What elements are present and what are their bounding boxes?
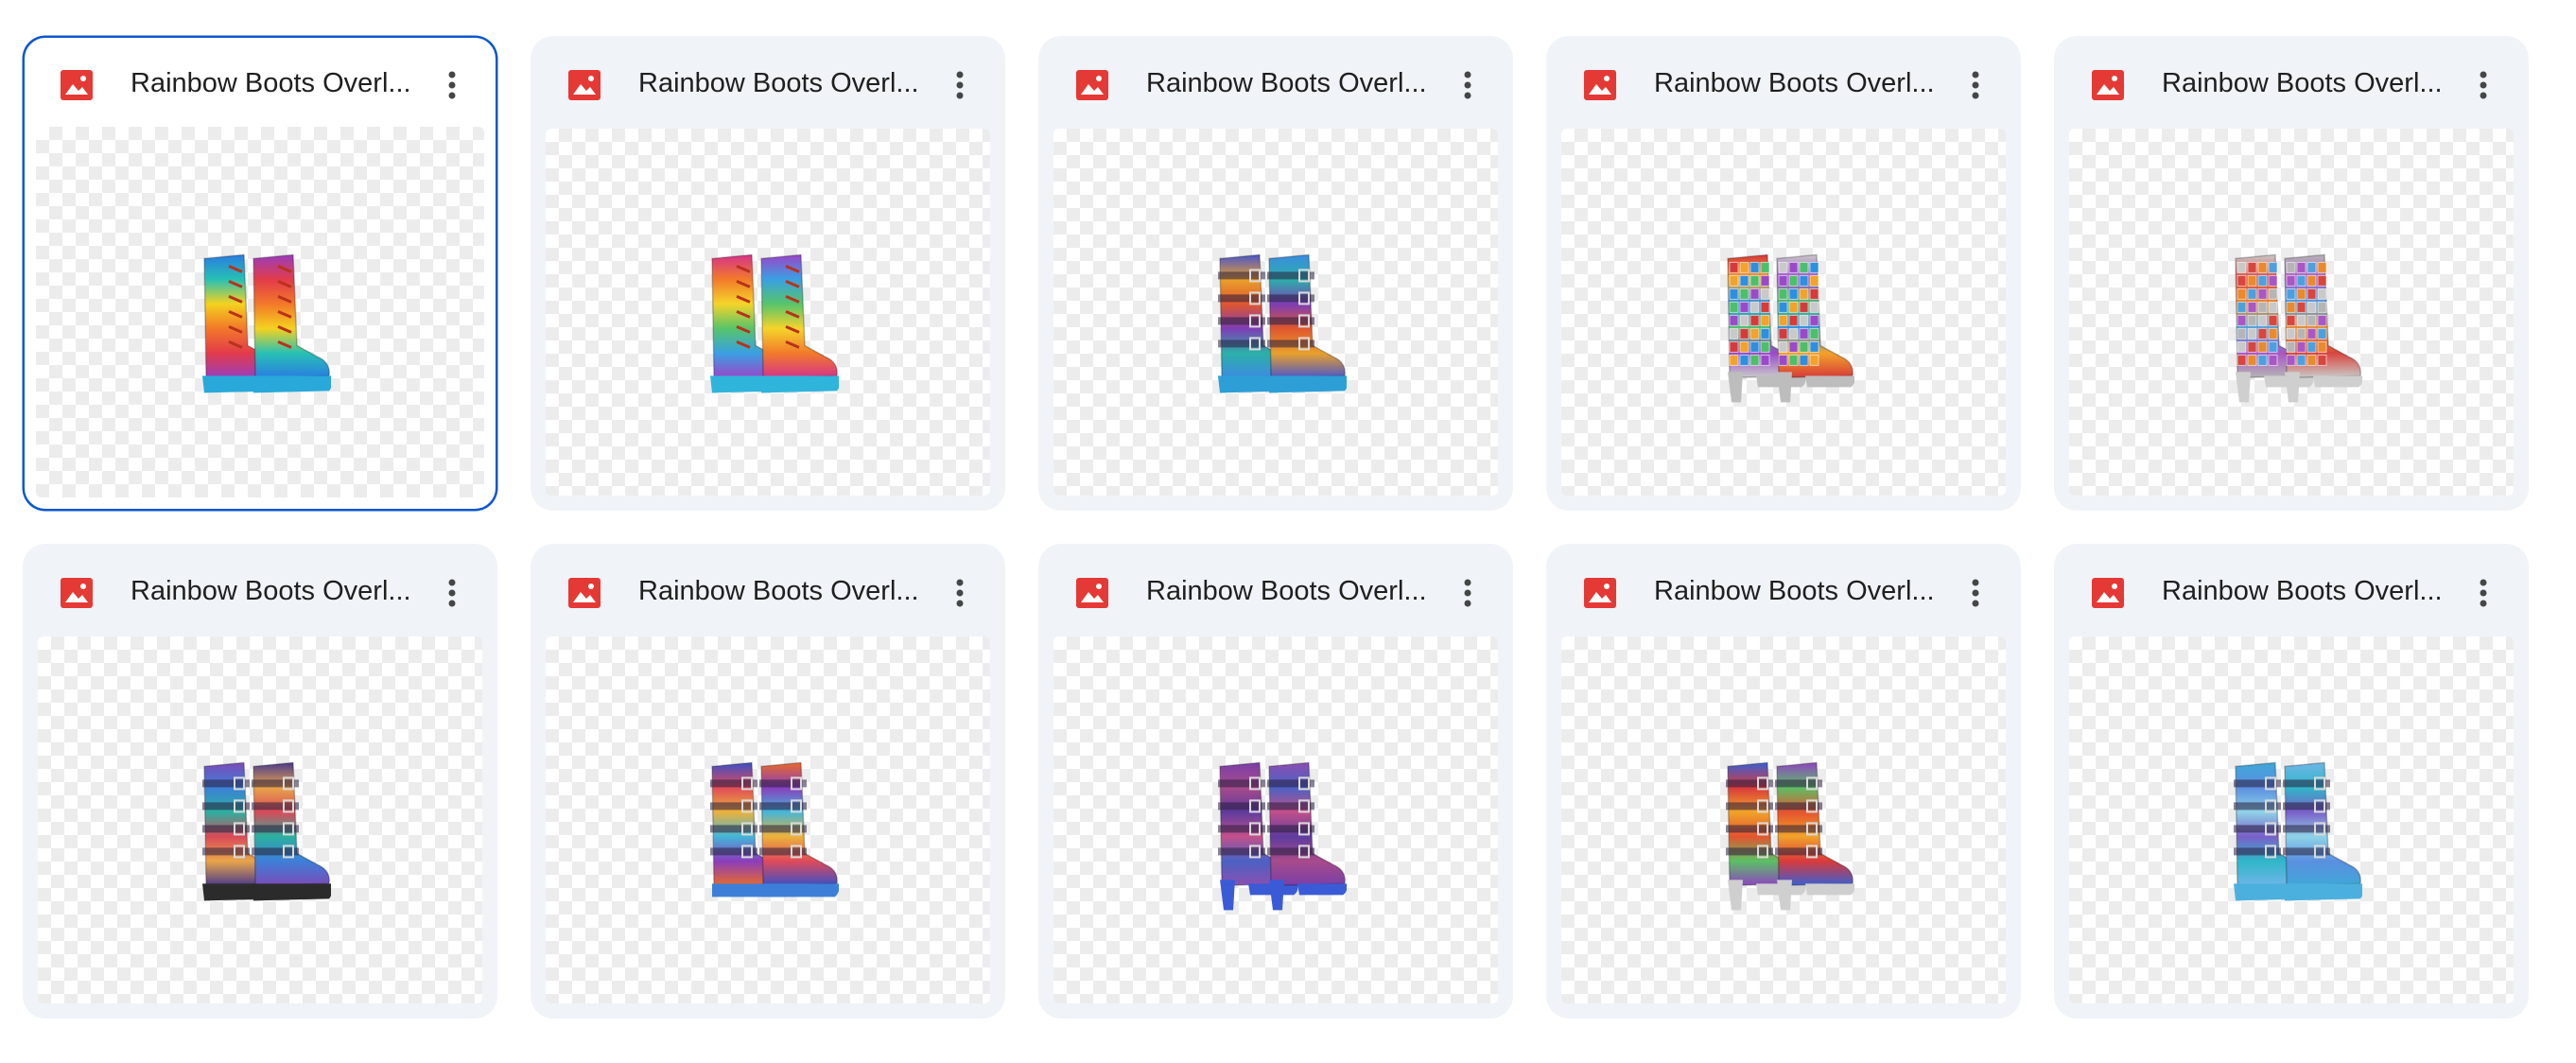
boots-image [710, 253, 839, 393]
image-file-icon [568, 578, 600, 608]
more-vert-icon [2480, 71, 2487, 99]
more-options-button[interactable] [1445, 62, 1490, 108]
image-file-icon [1584, 578, 1616, 608]
more-options-button[interactable] [429, 62, 475, 108]
more-vert-icon [1972, 71, 1979, 99]
file-thumbnail[interactable] [38, 636, 482, 1003]
file-card[interactable]: Rainbow Boots Overl... [1546, 36, 2021, 511]
boots-image [2235, 253, 2362, 403]
more-options-button[interactable] [1953, 62, 1998, 108]
more-vert-icon [956, 71, 964, 99]
file-grid: Rainbow Boots Overl... Rainbow Boots Over… [23, 36, 2529, 1019]
more-options-button[interactable] [1953, 570, 1998, 616]
file-card[interactable]: Rainbow Boots Overl... [2054, 36, 2529, 511]
more-vert-icon [2480, 579, 2487, 607]
boots-image [2234, 761, 2362, 901]
file-thumbnail[interactable] [1561, 129, 2006, 496]
file-thumbnail[interactable] [2069, 129, 2514, 496]
file-thumbnail[interactable] [546, 636, 990, 1003]
more-vert-icon [956, 579, 964, 607]
more-vert-icon [448, 579, 456, 607]
more-vert-icon [1464, 579, 1471, 607]
file-thumbnail[interactable] [1053, 129, 1498, 496]
file-card-header: Rainbow Boots Overl... [1040, 38, 1511, 129]
file-title: Rainbow Boots Overl... [638, 68, 919, 98]
file-card-header: Rainbow Boots Overl... [532, 546, 1003, 636]
file-thumbnail[interactable] [1053, 636, 1498, 1003]
more-vert-icon [1464, 71, 1471, 99]
image-file-icon [61, 70, 93, 100]
boots-image [1726, 761, 1854, 911]
file-card-header: Rainbow Boots Overl... [1548, 38, 2019, 129]
file-thumbnail[interactable] [1561, 636, 2006, 1003]
file-title: Rainbow Boots Overl... [2162, 576, 2443, 606]
image-file-icon [1076, 578, 1108, 608]
file-card-header: Rainbow Boots Overl... [532, 38, 1003, 129]
file-thumbnail[interactable] [2069, 636, 2514, 1003]
more-vert-icon [1972, 579, 1979, 607]
image-file-icon [2092, 578, 2124, 608]
file-title: Rainbow Boots Overl... [1654, 576, 1935, 606]
image-file-icon [1584, 70, 1616, 100]
file-title: Rainbow Boots Overl... [1146, 68, 1427, 98]
file-card[interactable]: Rainbow Boots Overl... [1038, 544, 1513, 1019]
image-file-icon [2092, 70, 2124, 100]
boots-image [710, 761, 839, 897]
file-card[interactable]: Rainbow Boots Overl... [531, 544, 1005, 1019]
file-card-header: Rainbow Boots Overl... [1548, 546, 2019, 636]
scrollbar[interactable] [2559, 0, 2576, 1063]
file-card[interactable]: Rainbow Boots Overl... [1546, 544, 2021, 1019]
file-card-header: Rainbow Boots Overl... [2056, 38, 2527, 129]
file-title: Rainbow Boots Overl... [131, 68, 411, 98]
file-card-header: Rainbow Boots Overl... [25, 38, 496, 129]
file-title: Rainbow Boots Overl... [638, 576, 919, 606]
more-vert-icon [448, 71, 456, 99]
file-card[interactable]: Rainbow Boots Overl... [2054, 544, 2529, 1019]
file-thumbnail[interactable] [546, 129, 990, 496]
more-options-button[interactable] [1445, 570, 1490, 616]
file-title: Rainbow Boots Overl... [1146, 576, 1427, 606]
file-title: Rainbow Boots Overl... [1654, 68, 1935, 98]
file-card-header: Rainbow Boots Overl... [2056, 546, 2527, 636]
more-options-button[interactable] [2461, 62, 2506, 108]
boots-image [1218, 761, 1347, 911]
image-file-icon [1076, 70, 1108, 100]
file-card-header: Rainbow Boots Overl... [1040, 546, 1511, 636]
image-file-icon [61, 578, 93, 608]
more-options-button[interactable] [937, 62, 983, 108]
file-card[interactable]: Rainbow Boots Overl... [23, 36, 497, 511]
file-title: Rainbow Boots Overl... [2162, 68, 2443, 98]
file-card[interactable]: Rainbow Boots Overl... [1038, 36, 1513, 511]
file-thumbnail[interactable] [36, 127, 484, 497]
image-file-icon [568, 70, 600, 100]
file-title: Rainbow Boots Overl... [131, 576, 411, 606]
boots-image [202, 761, 331, 901]
file-card[interactable]: Rainbow Boots Overl... [23, 544, 497, 1019]
boots-image [1218, 253, 1347, 393]
more-options-button[interactable] [937, 570, 983, 616]
boots-image [1727, 253, 1854, 403]
more-options-button[interactable] [429, 570, 475, 616]
more-options-button[interactable] [2461, 570, 2506, 616]
boots-image [202, 253, 331, 393]
file-card[interactable]: Rainbow Boots Overl... [531, 36, 1005, 511]
file-card-header: Rainbow Boots Overl... [25, 546, 496, 636]
